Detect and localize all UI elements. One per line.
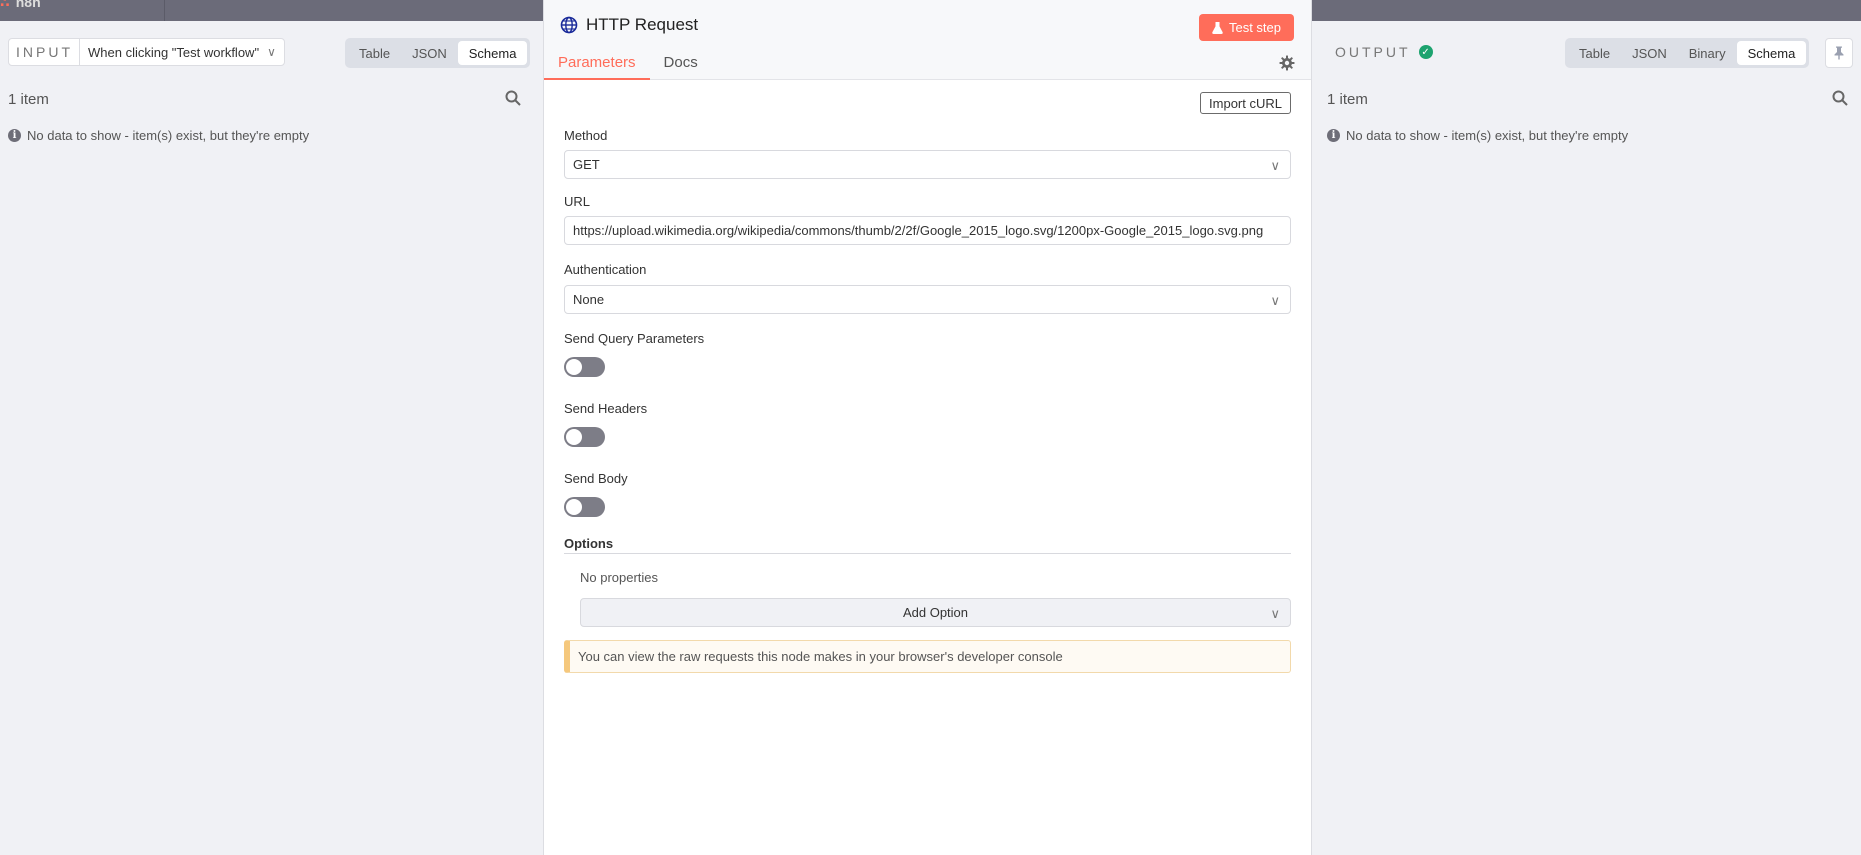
send-headers-label: Send Headers <box>564 401 648 416</box>
send-body-label: Send Body <box>564 471 628 486</box>
send-query-label: Send Query Parameters <box>564 331 705 346</box>
output-view-schema[interactable]: Schema <box>1736 41 1807 65</box>
info-icon: i <box>8 129 21 142</box>
globe-icon <box>560 16 578 34</box>
check-circle-icon: ✓ <box>1418 45 1433 59</box>
send-headers-toggle[interactable] <box>564 427 605 447</box>
method-value: GET <box>573 157 600 172</box>
authentication-label: Authentication <box>564 262 647 277</box>
chevron-down-icon: ∨ <box>1270 606 1280 621</box>
input-panel: INPUT When clicking "Test workflow" ∨ Ta… <box>0 21 543 855</box>
input-view-schema[interactable]: Schema <box>457 41 528 65</box>
output-item-count: 1 item <box>1327 91 1368 108</box>
send-body-toggle[interactable] <box>564 497 605 517</box>
top-bar-divider <box>164 0 165 21</box>
output-view-json[interactable]: JSON <box>1621 41 1678 65</box>
input-node-select-value: When clicking "Test workflow" <box>88 44 260 60</box>
input-title: INPUT <box>16 39 80 65</box>
input-view-switcher: Table JSON Schema <box>345 38 531 68</box>
input-view-table[interactable]: Table <box>348 41 401 65</box>
pin-data-button[interactable] <box>1825 38 1853 68</box>
workflow-brand: ∴ n8n <box>0 0 41 11</box>
info-icon: i <box>1327 129 1340 142</box>
input-item-count: 1 item <box>8 91 49 108</box>
output-view-binary[interactable]: Binary <box>1678 41 1737 65</box>
output-title-group: OUTPUT ✓ <box>1335 38 1433 66</box>
tab-docs[interactable]: Docs <box>650 52 712 80</box>
node-title[interactable]: HTTP Request <box>586 15 698 35</box>
authentication-select[interactable]: None ∨ <box>564 285 1291 314</box>
input-empty-message: i No data to show - item(s) exist, but t… <box>8 128 309 143</box>
authentication-value: None <box>573 292 605 307</box>
developer-console-notice: You can view the raw requests this node … <box>564 640 1291 673</box>
import-curl-button[interactable]: Import cURL <box>1200 92 1291 114</box>
output-title: OUTPUT <box>1335 44 1411 60</box>
output-view-table[interactable]: Table <box>1568 41 1621 65</box>
toggle-knob <box>566 429 582 445</box>
input-empty-text: No data to show - item(s) exist, but the… <box>27 128 310 143</box>
no-properties-text: No properties <box>580 570 659 585</box>
flask-icon <box>1212 21 1223 34</box>
output-empty-message: i No data to show - item(s) exist, but t… <box>1327 128 1628 143</box>
node-header: HTTP Request Test step Parameters Docs <box>544 0 1311 80</box>
notice-text: You can view the raw requests this node … <box>578 649 1063 664</box>
node-title-group: HTTP Request <box>560 15 698 35</box>
test-step-label: Test step <box>1228 20 1281 35</box>
tab-parameters[interactable]: Parameters <box>544 52 650 80</box>
input-view-json[interactable]: JSON <box>401 41 458 65</box>
chevron-down-icon: ∨ <box>1270 158 1280 173</box>
output-panel: OUTPUT ✓ Table JSON Binary Schema 1 item… <box>1312 21 1861 855</box>
output-panel-header: OUTPUT ✓ Table JSON Binary Schema <box>1320 38 1853 68</box>
pin-icon <box>1834 46 1844 60</box>
method-label: Method <box>564 128 608 143</box>
node-tabs: Parameters Docs <box>544 52 712 80</box>
toggle-knob <box>566 499 582 515</box>
input-panel-header: INPUT When clicking "Test workflow" ∨ Ta… <box>8 38 535 68</box>
search-icon[interactable] <box>505 90 521 106</box>
chevron-down-icon: ∨ <box>267 45 276 59</box>
gear-icon[interactable] <box>1279 55 1295 71</box>
url-input[interactable]: https://upload.wikimedia.org/wikipedia/c… <box>564 216 1291 245</box>
output-empty-text: No data to show - item(s) exist, but the… <box>1346 128 1629 143</box>
add-option-label: Add Option <box>902 605 969 620</box>
add-option-select[interactable]: Add Option ∨ <box>580 598 1291 627</box>
method-select[interactable]: GET ∨ <box>564 150 1291 179</box>
send-query-toggle[interactable] <box>564 357 605 377</box>
url-label: URL <box>564 194 591 209</box>
output-view-switcher: Table JSON Binary Schema <box>1565 38 1810 68</box>
options-heading: Options <box>564 536 1291 554</box>
input-title-group: INPUT When clicking "Test workflow" ∨ <box>8 38 285 66</box>
input-node-select[interactable]: When clicking "Test workflow" ∨ <box>80 39 284 65</box>
chevron-down-icon: ∨ <box>1270 293 1280 308</box>
flow-logo-icon: ∴ <box>0 0 10 10</box>
node-details-panel: HTTP Request Test step Parameters Docs I… <box>543 0 1312 855</box>
url-value: https://upload.wikimedia.org/wikipedia/c… <box>573 223 1264 238</box>
search-icon[interactable] <box>1832 90 1848 106</box>
test-step-button[interactable]: Test step <box>1198 14 1294 41</box>
toggle-knob <box>566 359 582 375</box>
